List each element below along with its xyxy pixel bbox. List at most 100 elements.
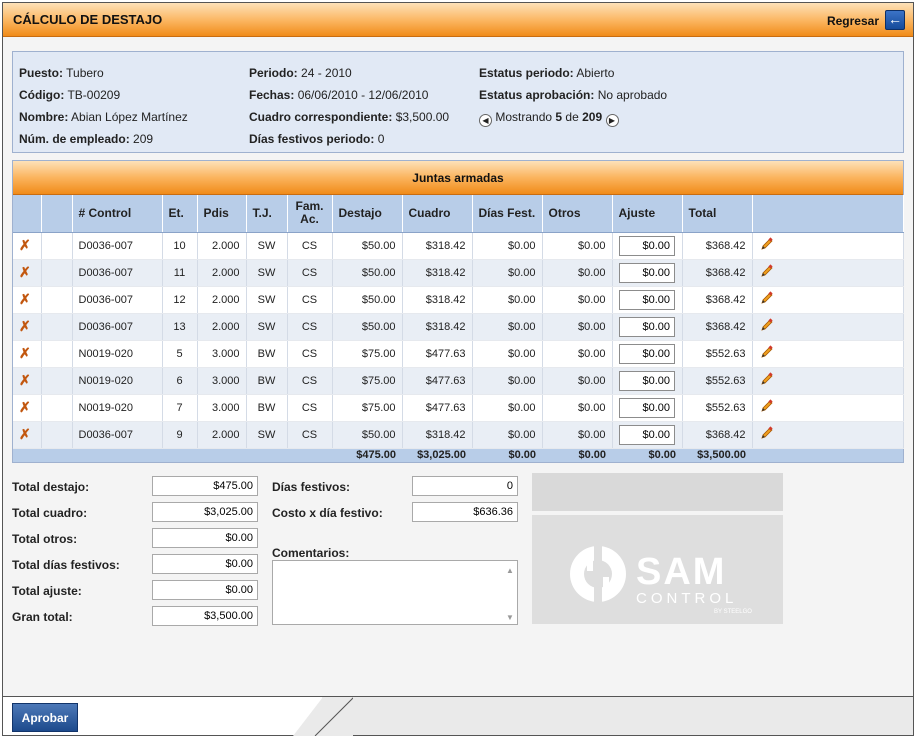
totals-empty-cell	[752, 448, 903, 462]
control-cell: D0036-007	[72, 421, 163, 449]
col-header-fam[interactable]: Fam. Ac.	[287, 195, 333, 233]
control-cell: D0036-007	[72, 259, 163, 287]
delete-x-icon[interactable]: ✗	[19, 399, 31, 415]
approve-button[interactable]: Aprobar	[12, 703, 78, 732]
col-header	[41, 195, 73, 233]
col-header-destajo[interactable]: Destajo	[332, 195, 403, 233]
delete-x-icon[interactable]: ✗	[19, 426, 31, 442]
table-row: ✗ D0036-007 10 2.000 SW CS $50.00 $318.42 $0.00 $…	[13, 232, 904, 260]
table-row: ✗ N0019-020 7 3.000 BW CS $75.00 $477.63 $0.00 $0…	[13, 394, 904, 422]
back-link[interactable]: Regresar	[827, 14, 879, 28]
table-row: ✗ N0019-020 6 3.000 BW CS $75.00 $477.63 $0.00 $0…	[13, 367, 904, 395]
info-nombre: Nombre: Abian López Martínez	[19, 110, 188, 124]
pdis-cell: 3.000	[197, 340, 247, 368]
ajuste-input[interactable]	[619, 262, 675, 283]
scroll-up-icon[interactable]: ▲	[506, 566, 514, 575]
edit-pencil-icon[interactable]	[759, 317, 775, 333]
ajuste-input[interactable]	[619, 397, 675, 418]
col-header-control[interactable]: # Control	[72, 195, 163, 233]
col-header-total[interactable]: Total	[682, 195, 753, 233]
cuadro-cell: $318.42	[402, 313, 473, 341]
destajo-cell: $75.00	[332, 394, 403, 422]
otros-cell: $0.00	[542, 367, 613, 395]
total-destajo-field[interactable]	[152, 476, 258, 496]
empty-cell	[41, 394, 73, 422]
next-arrow-icon[interactable]: ▶	[605, 114, 619, 127]
total-cuadro-field[interactable]	[152, 502, 258, 522]
table-row: ✗ D0036-007 9 2.000 SW CS $50.00 $318.42 $0.00 $0…	[13, 421, 904, 449]
costo-dia-field[interactable]	[412, 502, 518, 522]
cuadro-cell: $477.63	[402, 367, 473, 395]
delete-x-icon[interactable]: ✗	[19, 318, 31, 334]
info-estatus-aprobacion: Estatus aprobación: No aprobado	[479, 88, 668, 102]
edit-pencil-icon[interactable]	[759, 263, 775, 279]
col-header-otros[interactable]: Otros	[542, 195, 613, 233]
empty-cell	[41, 313, 73, 341]
dias-cell: $0.00	[472, 313, 543, 341]
edit-pencil-icon[interactable]	[759, 236, 775, 252]
col-header-et[interactable]: Et.	[162, 195, 198, 233]
title-bar: CÁLCULO DE DESTAJO Regresar ←	[3, 3, 913, 37]
col-header-dias[interactable]: Días Fest.	[472, 195, 543, 233]
ajuste-input[interactable]	[619, 289, 675, 310]
col-header-cuadro[interactable]: Cuadro	[402, 195, 473, 233]
total-ajuste-field[interactable]	[152, 580, 258, 600]
edit-pencil-icon[interactable]	[759, 290, 775, 306]
back-arrow-icon[interactable]: ←	[885, 10, 905, 30]
delete-cell: ✗	[13, 259, 42, 287]
cuadro-cell: $477.63	[402, 340, 473, 368]
prev-arrow-icon[interactable]: ◀	[479, 114, 492, 127]
et-cell: 10	[162, 232, 198, 260]
destajo-cell: $50.00	[332, 421, 403, 449]
gran-total-label: Gran total:	[12, 610, 73, 624]
dias-festivos-field[interactable]	[412, 476, 518, 496]
empty-cell	[41, 259, 73, 287]
costo-dia-label: Costo x día festivo:	[272, 506, 383, 520]
totals-empty-cell	[162, 448, 197, 462]
totals-empty-cell	[41, 448, 72, 462]
delete-x-icon[interactable]: ✗	[19, 372, 31, 388]
ajuste-input[interactable]	[619, 424, 675, 445]
edit-pencil-icon[interactable]	[759, 425, 775, 441]
control-cell: N0019-020	[72, 340, 163, 368]
edit-pencil-icon[interactable]	[759, 344, 775, 360]
info-puesto: Puesto: Tubero	[19, 66, 104, 80]
delete-x-icon[interactable]: ✗	[19, 291, 31, 307]
total-cell: $368.42	[682, 232, 753, 260]
total-cell: $552.63	[682, 340, 753, 368]
tj-cell: BW	[246, 394, 288, 422]
ajuste-input[interactable]	[619, 343, 675, 364]
cuadro-cell: $318.42	[402, 232, 473, 260]
total-dias-festivos-field[interactable]	[152, 554, 258, 574]
ajuste-input[interactable]	[619, 235, 675, 256]
cuadro-cell: $477.63	[402, 394, 473, 422]
delete-x-icon[interactable]: ✗	[19, 345, 31, 361]
table-row: ✗ D0036-007 13 2.000 SW CS $50.00 $318.42 $0.00 $…	[13, 313, 904, 341]
pdis-cell: 2.000	[197, 421, 247, 449]
cuadro-cell: $318.42	[402, 421, 473, 449]
logo-bar	[532, 473, 783, 511]
fam-cell: CS	[287, 286, 333, 314]
delete-x-icon[interactable]: ✗	[19, 237, 31, 253]
ajuste-input[interactable]	[619, 316, 675, 337]
col-header-ajuste[interactable]: Ajuste	[612, 195, 683, 233]
comentarios-textarea[interactable]	[272, 560, 518, 625]
total-destajo-label: Total destajo:	[12, 480, 90, 494]
col-header-tj[interactable]: T.J.	[246, 195, 288, 233]
delete-x-icon[interactable]: ✗	[19, 264, 31, 280]
edit-pencil-icon[interactable]	[759, 398, 775, 414]
control-cell: D0036-007	[72, 232, 163, 260]
info-num-empleado: Núm. de empleado: 209	[19, 132, 154, 146]
ajuste-cell	[612, 340, 683, 368]
destajo-cell: $50.00	[332, 259, 403, 287]
edit-pencil-icon[interactable]	[759, 371, 775, 387]
ajuste-cell	[612, 313, 683, 341]
gran-total-field[interactable]	[152, 606, 258, 626]
ajuste-input[interactable]	[619, 370, 675, 391]
table-row: ✗ D0036-007 12 2.000 SW CS $50.00 $318.42 $0.00 $…	[13, 286, 904, 314]
table-row: ✗ D0036-007 11 2.000 SW CS $50.00 $318.42 $0.00 $…	[13, 259, 904, 287]
total-otros-field[interactable]	[152, 528, 258, 548]
scroll-down-icon[interactable]: ▼	[506, 613, 514, 622]
pdis-cell: 2.000	[197, 286, 247, 314]
col-header-pdis[interactable]: Pdis	[197, 195, 247, 233]
